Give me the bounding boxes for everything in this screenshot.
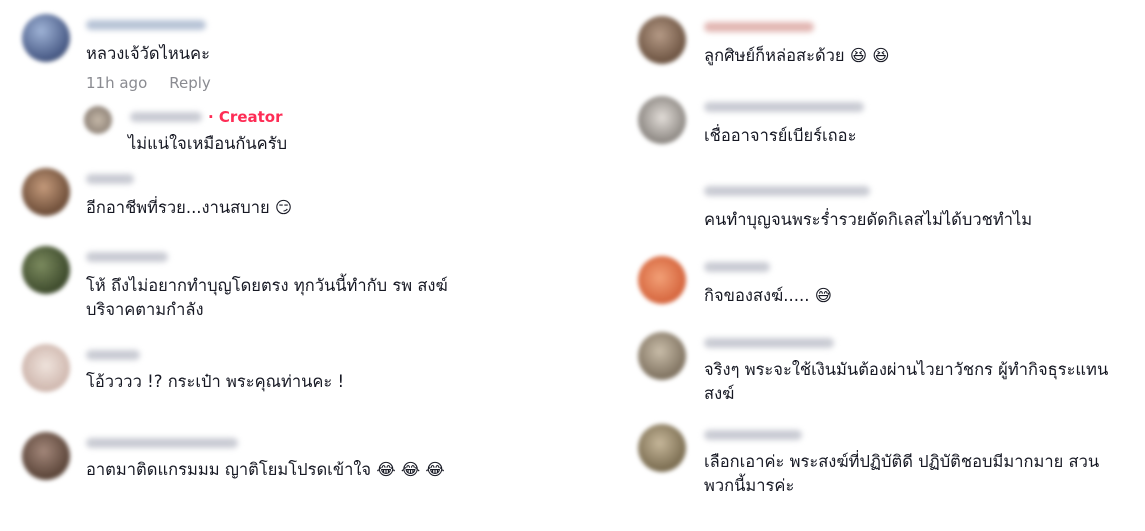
comment-text: อาตมาติดแกรมมม ญาติโยมโปรดเข้าใจ 😂 😂 😂 (86, 460, 445, 479)
creator-badge: · Creator (208, 108, 283, 126)
username[interactable] (86, 174, 134, 184)
avatar[interactable] (638, 16, 686, 64)
comment-text-line-1: จริงๆ พระจะใช้เงินมันต้องผ่านไวยาวัชกร ผ… (704, 360, 1109, 379)
username[interactable] (704, 186, 870, 196)
comment-text: คนทำบุญจนพระร่ำรวยดัดกิเลสไม่ได้บวชทำไม (704, 210, 1033, 229)
avatar[interactable] (22, 14, 70, 62)
comment-text-line-2: พวกนี้มารค่ะ (704, 476, 795, 495)
comment-text: โอ้วววว !? กระเป๋า พระคุณท่านคะ ! (86, 372, 345, 391)
username[interactable] (704, 22, 814, 32)
username[interactable] (704, 430, 802, 440)
comment-text-line-2: บริจาคตามกำลัง (86, 300, 204, 319)
avatar[interactable] (22, 344, 70, 392)
comment-text: หลวงเจ้วัดไหนคะ (86, 44, 210, 63)
avatar[interactable] (22, 432, 70, 480)
comment-text-line-1: เลือกเอาค่ะ พระสงฆ์ที่ปฏิบัติดี ปฏิบัติช… (704, 452, 1100, 471)
avatar[interactable] (84, 106, 112, 134)
comment-text: เชื่ออาจารย์เบียร์เถอะ (704, 126, 857, 145)
comment-text: ลูกศิษย์ก็หล่อสะด้วย 😆 😆 (704, 46, 890, 65)
reply-button[interactable]: Reply (169, 74, 211, 92)
username[interactable] (704, 102, 864, 112)
comment-text: ไม่แน่ใจเหมือนกันครับ (128, 134, 288, 153)
comment-text: กิจของสงฆ์..... 😅 (704, 286, 832, 305)
username[interactable] (86, 20, 206, 30)
username[interactable] (86, 350, 140, 360)
avatar[interactable] (638, 256, 686, 304)
comment-text-line-2: สงฆ์ (704, 384, 735, 403)
avatar[interactable] (638, 332, 686, 380)
avatar[interactable] (638, 96, 686, 144)
avatar[interactable] (22, 246, 70, 294)
avatar[interactable] (638, 424, 686, 472)
comment-text-line-1: โห้ ถึงไม่อยากทำบุญโดยตรง ทุกวันนี้ทำกับ… (86, 276, 448, 295)
username[interactable] (130, 112, 202, 122)
comment-meta: 11h ago Reply (86, 74, 233, 92)
timestamp: 11h ago (86, 74, 148, 92)
avatar[interactable] (22, 168, 70, 216)
comment-text: อีกอาชีพที่รวย...งานสบาย 😏 (86, 198, 293, 217)
username[interactable] (86, 438, 238, 448)
username[interactable] (704, 262, 770, 272)
username[interactable] (704, 338, 834, 348)
username[interactable] (86, 252, 168, 262)
